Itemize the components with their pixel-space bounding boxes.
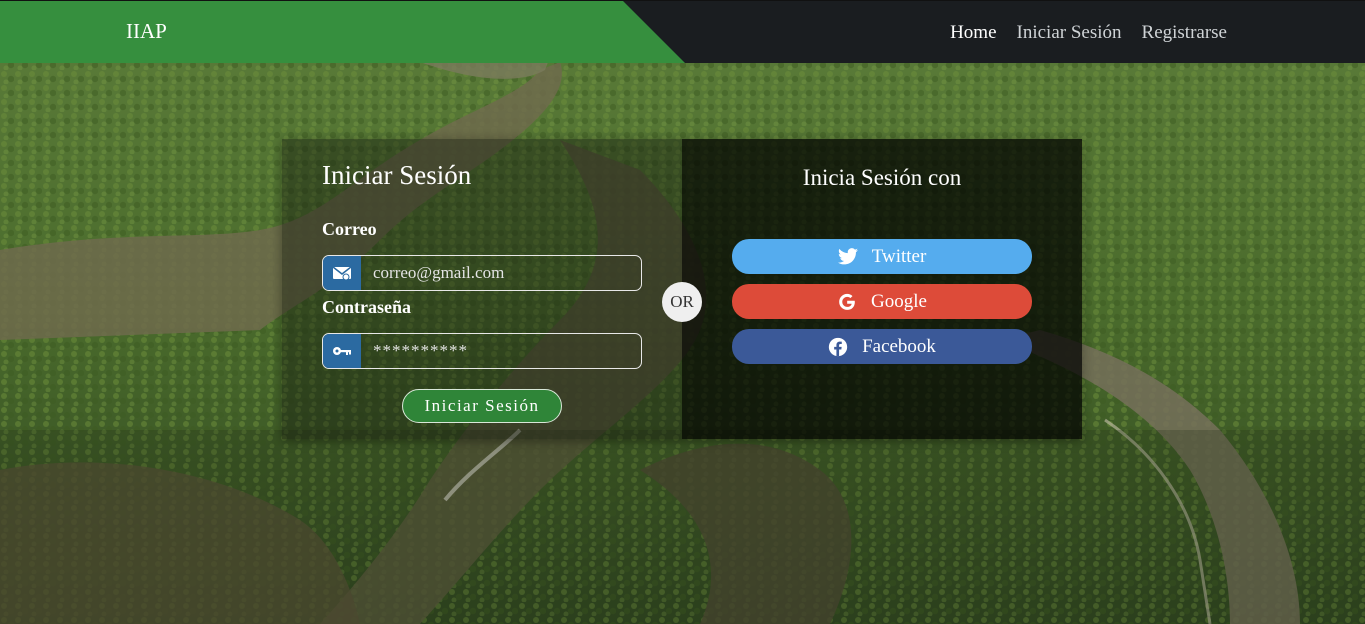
nav-link-home[interactable]: Home: [950, 22, 996, 44]
navbar-brand-band: [0, 1, 685, 63]
social-login-panel: Inicia Sesión con Twitter Google Faceboo…: [682, 139, 1082, 439]
key-icon: [323, 334, 361, 368]
login-title: Iniciar Sesión: [322, 160, 472, 190]
or-divider: OR: [662, 282, 702, 322]
login-submit-button[interactable]: Iniciar Sesión: [402, 389, 562, 423]
navbar: IIAP Home Iniciar Sesión Registrarse: [0, 0, 1365, 63]
nav-link-login[interactable]: Iniciar Sesión: [1017, 22, 1122, 44]
social-login-title: Inicia Sesión con: [802, 165, 962, 190]
nav-link-register[interactable]: Registrarse: [1142, 22, 1227, 44]
facebook-icon: [828, 337, 848, 357]
nav-links: Home Iniciar Sesión Registrarse: [950, 22, 1227, 44]
facebook-login-button[interactable]: Facebook: [732, 329, 1032, 364]
email-input[interactable]: [361, 256, 641, 290]
envelope-icon: [323, 256, 361, 290]
google-icon: [837, 292, 857, 312]
login-card: Iniciar Sesión Correo Contraseña: [282, 139, 1082, 439]
email-input-group: [322, 255, 642, 291]
twitter-label: Twitter: [871, 245, 927, 267]
facebook-label: Facebook: [862, 335, 936, 357]
brand-logo[interactable]: IIAP: [126, 19, 167, 44]
twitter-icon: [837, 248, 858, 265]
google-label: Google: [871, 290, 927, 312]
google-login-button[interactable]: Google: [732, 284, 1032, 319]
email-label: Correo: [322, 219, 377, 239]
login-form-panel: Iniciar Sesión Correo Contraseña: [282, 139, 682, 439]
password-input-group: [322, 333, 642, 369]
password-label: Contraseña: [322, 297, 411, 317]
twitter-login-button[interactable]: Twitter: [732, 239, 1032, 274]
password-input[interactable]: [361, 334, 641, 368]
